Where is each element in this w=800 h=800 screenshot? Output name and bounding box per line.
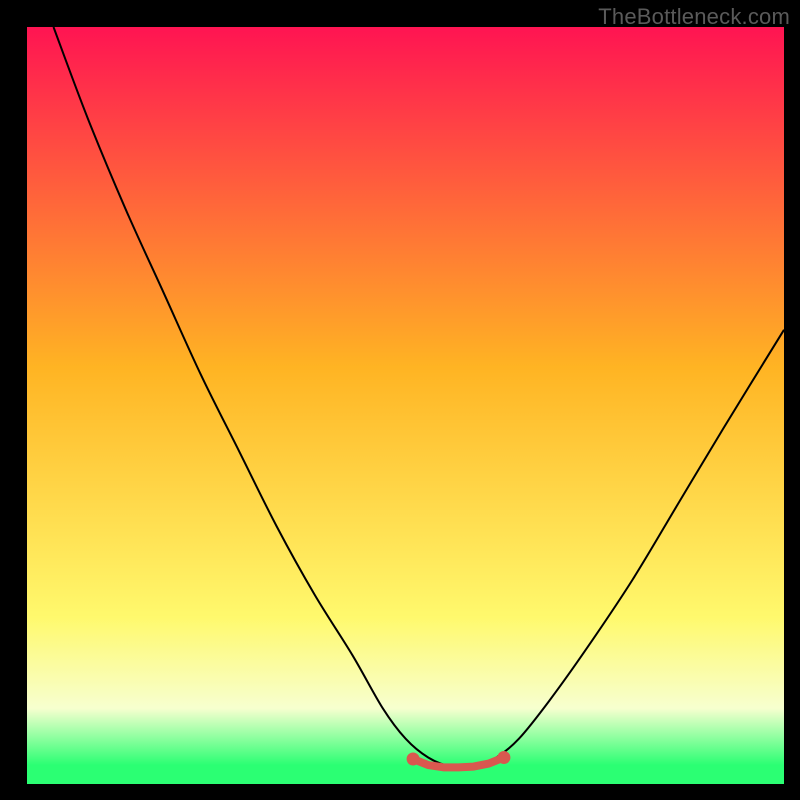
plot-area [27, 27, 784, 784]
bottleneck-chart-svg [27, 27, 784, 784]
optimal-endpoint [497, 751, 510, 764]
chart-stage: TheBottleneck.com [0, 0, 800, 800]
gradient-background [27, 27, 784, 784]
watermark-text: TheBottleneck.com [598, 4, 790, 30]
optimal-endpoint [407, 753, 420, 766]
